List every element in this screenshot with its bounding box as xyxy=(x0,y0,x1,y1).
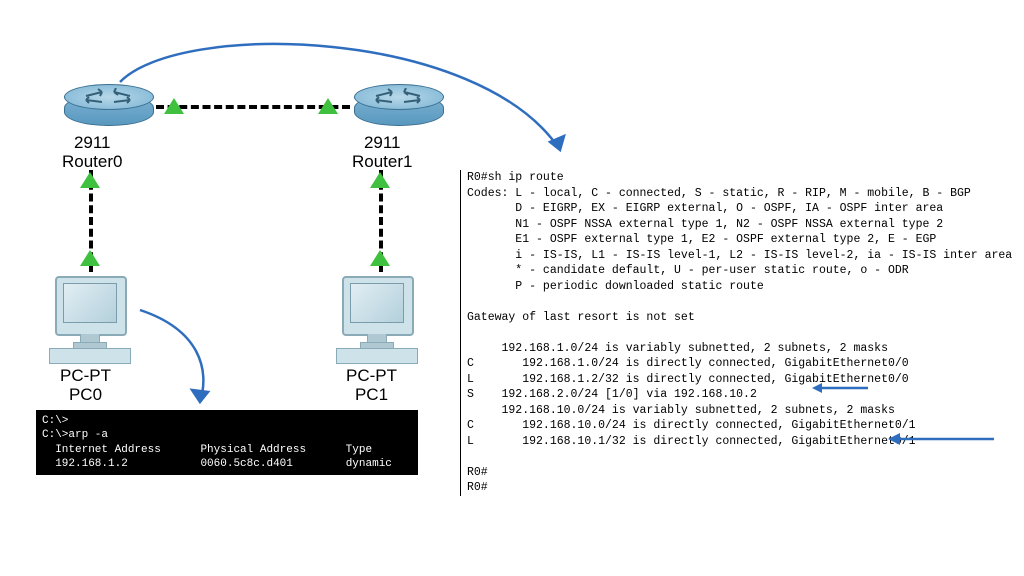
annotation-arrow-gi00 xyxy=(810,380,870,396)
annotation-arrow-gi01 xyxy=(886,431,996,447)
annotation-arrow-pc0-to-terminal xyxy=(0,0,1024,576)
